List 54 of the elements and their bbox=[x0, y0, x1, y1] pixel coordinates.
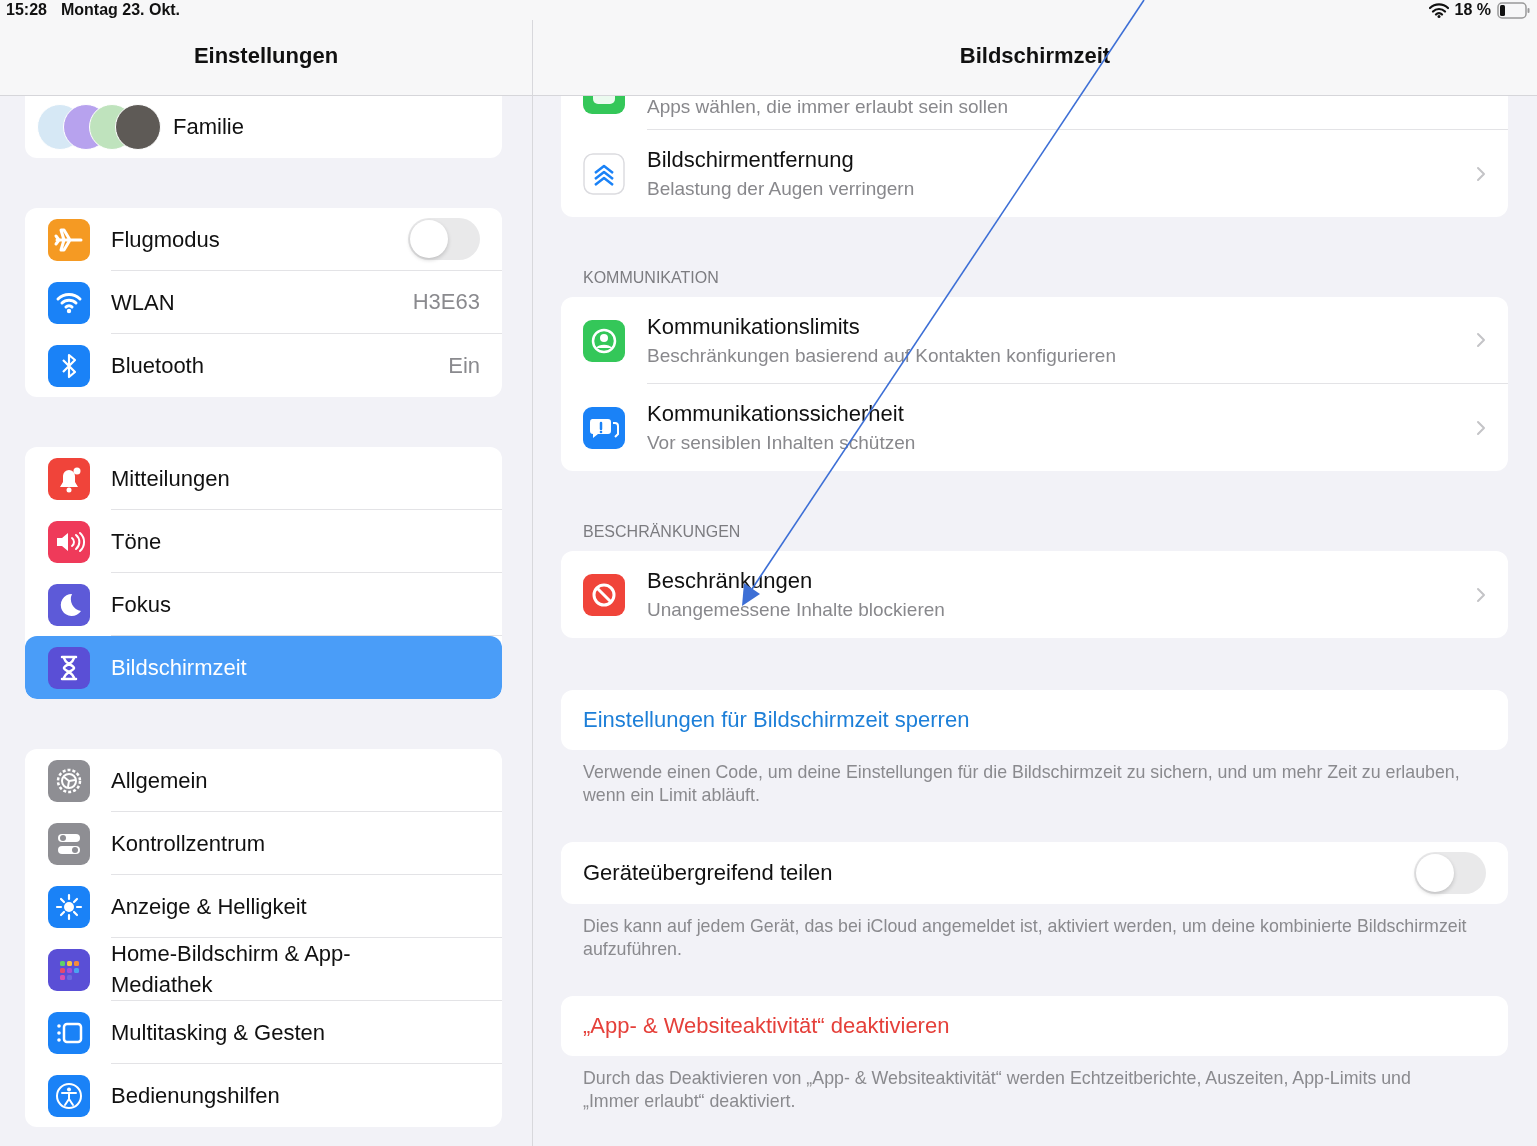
sidebar-label: Allgemein bbox=[111, 766, 208, 795]
sidebar-item[interactable]: Multitasking & Gesten bbox=[25, 1001, 502, 1064]
sidebar-item[interactable]: Kontrollzentrum bbox=[25, 812, 502, 875]
settings-row[interactable]: Apps wählen, die immer erlaubt sein sollen bbox=[561, 96, 1508, 130]
sidebar-label: Anzeige & Helligkeit bbox=[111, 892, 307, 921]
sidebar-item[interactable]: Bluetooth Ein bbox=[25, 334, 502, 397]
sidebar-label: Mitteilungen bbox=[111, 464, 230, 493]
family-row[interactable]: Familie bbox=[25, 96, 502, 158]
sidebar-label: Flugmodus bbox=[111, 225, 220, 254]
section-heading: BESCHRÄNKUNGEN bbox=[582, 523, 742, 542]
toggle-switch[interactable] bbox=[1414, 852, 1486, 894]
action-button[interactable]: „App- & Websiteaktivität“ deaktivieren bbox=[561, 996, 1508, 1056]
wifi-icon bbox=[1428, 2, 1449, 18]
status-time: 15:28 bbox=[6, 1, 47, 19]
battery-icon bbox=[1497, 1, 1531, 19]
section-footer: Durch das Deaktivieren von „App- & Websiteaktivität“ werden Echtzeitberichte, Auszeiten, App-Limits und „Immer erlaubt“ deaktiviert. bbox=[561, 1056, 1508, 1113]
toggle-switch[interactable] bbox=[408, 218, 480, 260]
row-subtitle: Apps wählen, die immer erlaubt sein sollen bbox=[647, 96, 1009, 118]
sidebar-value: H3E63 bbox=[412, 289, 480, 315]
status-date: Montag 23. Okt. bbox=[60, 1, 181, 19]
battery-percent: 18 % bbox=[1454, 1, 1491, 19]
sidebar-label: WLAN bbox=[111, 288, 175, 317]
sidebar-item[interactable]: Allgemein bbox=[25, 749, 502, 812]
sidebar-item[interactable]: Home-Bildschirm & App-Mediathek bbox=[25, 938, 502, 1001]
sidebar-item[interactable]: Flugmodus bbox=[25, 208, 502, 271]
chevron-icon bbox=[1476, 332, 1486, 348]
section-footer: Verwende einen Code, um deine Einstellungen für die Bildschirmzeit zu sichern, und um mehr Zeit zu erlauben, wenn ein Limit abläuft. bbox=[561, 750, 1508, 807]
section-heading: KOMMUNIKATION bbox=[582, 269, 720, 288]
sidebar-value: Ein bbox=[448, 352, 480, 379]
chevron-icon bbox=[1476, 165, 1486, 182]
chevron-icon bbox=[1476, 586, 1486, 603]
sidebar-label: Bedienungshilfen bbox=[111, 1082, 280, 1110]
sidebar-item[interactable]: Anzeige & Helligkeit bbox=[25, 875, 502, 938]
section-footer: Dies kann auf jedem Gerät, das bei iCloud angemeldet ist, aktiviert werden, um deine kombinierte Bildschirmzeit aufzuführen. bbox=[561, 904, 1508, 961]
sidebar-label: Multitasking & Gesten bbox=[111, 1018, 325, 1047]
action-button[interactable]: Einstellungen für Bildschirmzeit sperren bbox=[561, 690, 1508, 750]
sidebar-title: Einstellungen bbox=[193, 42, 339, 69]
sidebar-item[interactable]: Mitteilungen bbox=[25, 447, 502, 510]
sidebar-label: Bluetooth bbox=[111, 352, 204, 380]
row-subtitle: Unangemessene Inhalte blockieren bbox=[647, 599, 945, 621]
row-title: Kommunikationslimits bbox=[647, 313, 861, 340]
row-title: Bildschirmentfernung bbox=[647, 147, 855, 173]
sidebar-item[interactable]: Töne bbox=[25, 510, 502, 573]
settings-row[interactable]: Bildschirmentfernung Belastung der Augen verringern bbox=[561, 130, 1508, 217]
sidebar-item[interactable]: Bedienungshilfen bbox=[25, 1064, 502, 1127]
sidebar-label: Home-Bildschirm & App-Mediathek bbox=[111, 940, 352, 999]
sidebar-label: Kontrollzentrum bbox=[111, 829, 266, 858]
row-subtitle: Belastung der Augen verringern bbox=[647, 178, 915, 200]
sidebar-label: Fokus bbox=[111, 590, 171, 619]
chevron-icon bbox=[1476, 419, 1486, 436]
sidebar-item[interactable]: WLAN H3E63 bbox=[25, 271, 502, 334]
setting-label: Geräteübergreifend teilen bbox=[583, 860, 833, 886]
sidebar-label: Bildschirmzeit bbox=[111, 654, 247, 682]
sidebar-label: Töne bbox=[111, 527, 162, 556]
